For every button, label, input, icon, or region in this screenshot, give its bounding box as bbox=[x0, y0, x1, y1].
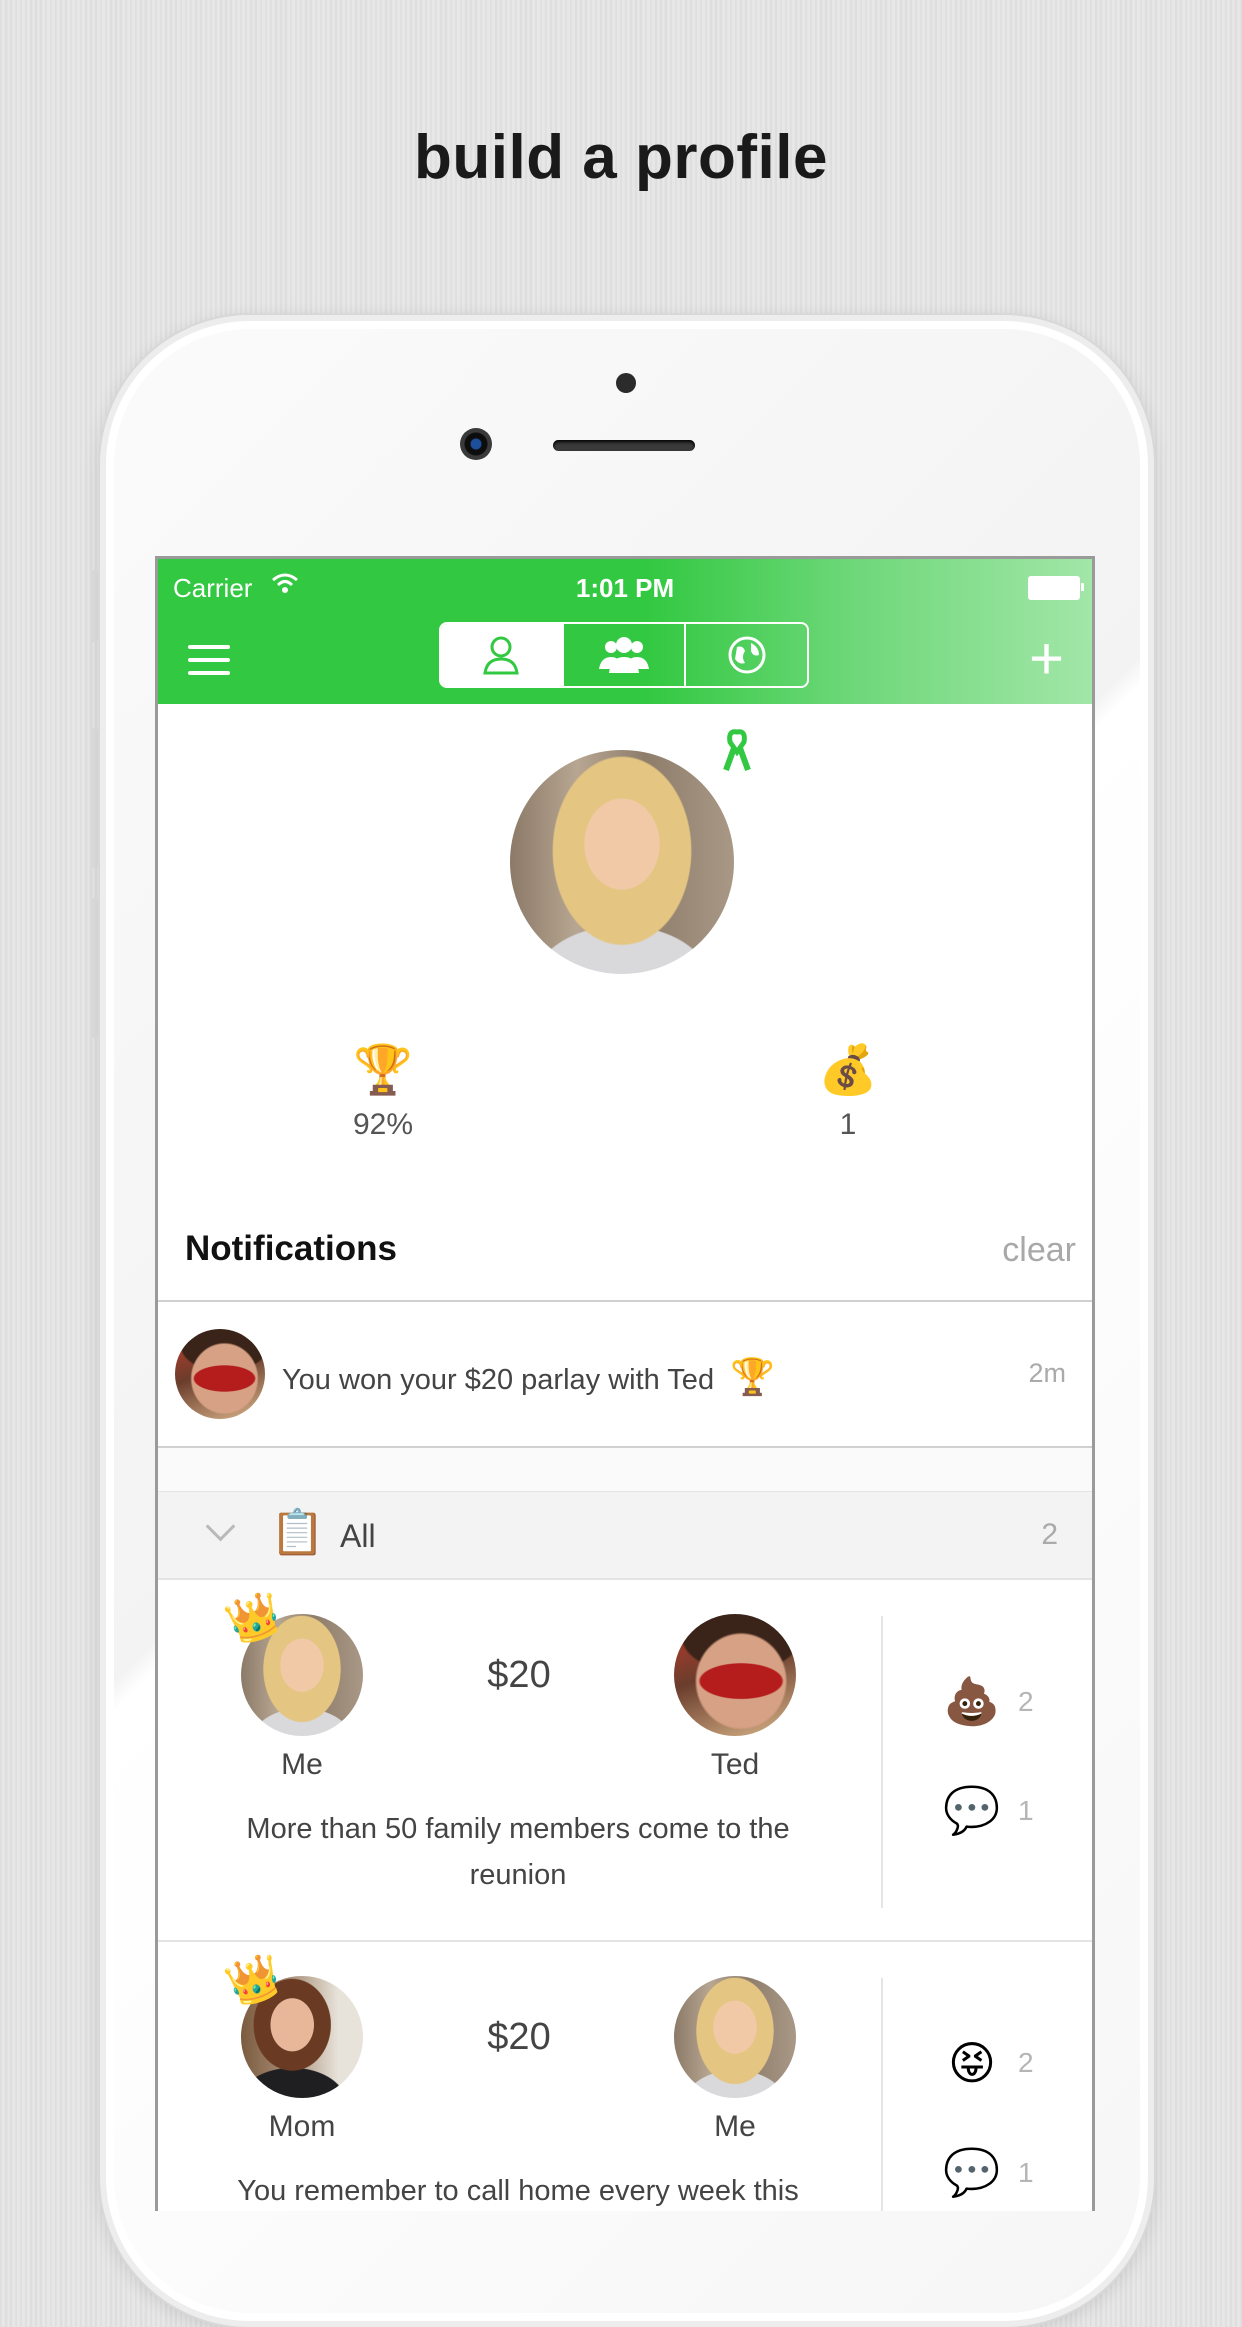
bet-description: You remember to call home every week thi… bbox=[237, 2175, 799, 2207]
speech-bubble-icon: 💬 bbox=[943, 2146, 1001, 2198]
tab-profile[interactable] bbox=[441, 624, 564, 686]
ribbon-icon bbox=[722, 726, 752, 784]
avatar bbox=[175, 1329, 265, 1419]
add-icon[interactable]: + bbox=[1029, 629, 1064, 689]
notifications-title: Notifications bbox=[185, 1229, 397, 1268]
bet-details[interactable]: 👑 Me $20 Ted More than 50 family members… bbox=[158, 1580, 876, 1940]
clear-notifications-button[interactable]: clear bbox=[1002, 1231, 1076, 1270]
proximity-sensor bbox=[616, 373, 636, 393]
status-time: 1:01 PM bbox=[575, 573, 675, 603]
battery-icon bbox=[1028, 576, 1084, 600]
tab-switcher bbox=[439, 622, 809, 688]
comments-button[interactable]: 💬 1 bbox=[942, 2145, 1034, 2200]
hamburger-menu-icon[interactable] bbox=[188, 643, 230, 677]
comments-button[interactable]: 💬 1 bbox=[942, 1783, 1034, 1838]
reaction-count: 2 bbox=[1018, 2047, 1034, 2078]
bet-left-name: Mom bbox=[268, 2110, 336, 2143]
bet-card: 👑 Me $20 Ted More than 50 family members… bbox=[158, 1580, 1092, 1940]
clipboard-icon: 📋 bbox=[270, 1508, 325, 1557]
avatar bbox=[674, 1614, 796, 1736]
section-header-all[interactable]: 📋 All 2 bbox=[158, 1492, 1092, 1578]
comment-count: 1 bbox=[1018, 1794, 1034, 1826]
bet-details[interactable]: 👑 Mom $20 Me You remember to call home e… bbox=[158, 1942, 876, 2211]
speech-bubble-icon: 💬 bbox=[943, 1784, 1001, 1836]
bet-right-name: Me bbox=[714, 2110, 756, 2143]
stat-money: 💰 1 bbox=[748, 1042, 948, 1142]
bet-description: More than 50 family members come to the … bbox=[246, 1813, 790, 1891]
divider bbox=[881, 1616, 883, 1908]
group-icon bbox=[599, 637, 649, 673]
divider bbox=[881, 1978, 883, 2211]
section-label: All bbox=[340, 1518, 376, 1554]
nav-bar: Carrier 1:01 PM + bbox=[158, 559, 1092, 704]
bet-card: 👑 Mom $20 Me You remember to call home e… bbox=[158, 1942, 1092, 2211]
reaction-count: 2 bbox=[1018, 1685, 1034, 1717]
headline: build a profile bbox=[414, 123, 828, 192]
avatar bbox=[674, 1976, 796, 2098]
tab-global[interactable] bbox=[686, 624, 807, 686]
phone-volume-up-button bbox=[90, 728, 98, 868]
tongue-face-icon: 😝 bbox=[948, 2037, 996, 2089]
tab-friends[interactable] bbox=[564, 624, 687, 686]
phone-volume-down-button bbox=[90, 898, 98, 1038]
notification-message: You won your $20 parlay with Ted bbox=[282, 1364, 715, 1396]
bet-right-name: Ted bbox=[710, 1748, 760, 1781]
poop-icon: 💩 bbox=[943, 1675, 1001, 1727]
reaction-tongue[interactable]: 😝 2 bbox=[942, 2036, 1034, 2090]
bet-left-name: Me bbox=[281, 1748, 323, 1781]
phone-side-button bbox=[90, 570, 98, 642]
notification-item[interactable]: You won your $20 parlay with Ted 🏆 2m bbox=[158, 1302, 1092, 1446]
reaction-poop[interactable]: 💩 2 bbox=[942, 1674, 1034, 1729]
trophy-icon: 🏆 bbox=[730, 1356, 775, 1397]
bet-amount: $20 bbox=[487, 2016, 551, 2058]
money-count-value: 1 bbox=[839, 1108, 857, 1141]
notification-text: You won your $20 parlay with Ted 🏆 bbox=[282, 1356, 775, 1398]
notification-time: 2m bbox=[1028, 1358, 1066, 1388]
app-screen: Carrier 1:01 PM + 🏆 92% 💰 1 Notification… bbox=[155, 556, 1095, 2211]
trophy-icon: 🏆 bbox=[353, 1044, 413, 1097]
profile-avatar[interactable] bbox=[510, 750, 734, 974]
stat-win-rate: 🏆 92% bbox=[283, 1042, 483, 1142]
bet-amount: $20 bbox=[487, 1654, 551, 1696]
front-camera bbox=[460, 428, 492, 460]
chevron-down-icon bbox=[205, 1511, 236, 1542]
earpiece-speaker bbox=[553, 440, 695, 451]
person-icon bbox=[483, 636, 520, 675]
win-rate-value: 92% bbox=[352, 1108, 414, 1141]
money-bag-icon: 💰 bbox=[818, 1044, 878, 1097]
comment-count: 1 bbox=[1018, 2156, 1034, 2188]
section-count: 2 bbox=[1041, 1518, 1058, 1551]
globe-icon bbox=[728, 636, 766, 674]
section-spacer bbox=[158, 1448, 1092, 1492]
